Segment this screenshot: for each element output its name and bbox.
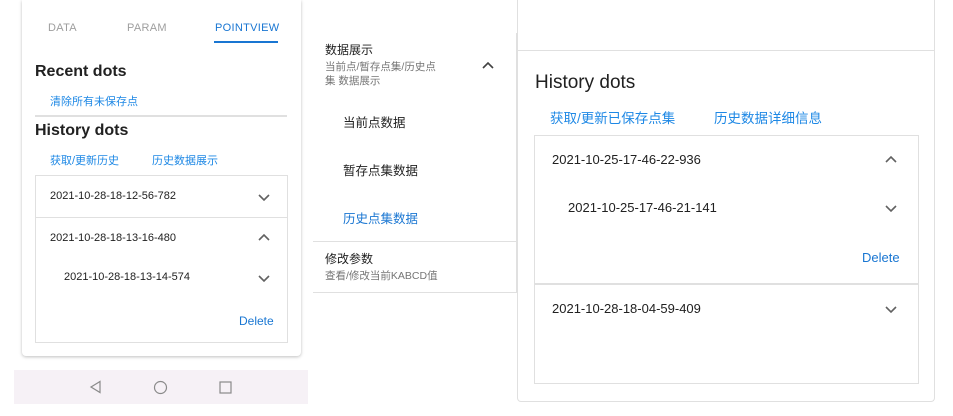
drawer-group-subtitle-2: 集 数据展示	[325, 75, 381, 87]
recents-square-icon[interactable]	[219, 381, 232, 399]
chevron-down-icon[interactable]	[884, 204, 898, 214]
delete-button[interactable]: Delete	[239, 314, 274, 328]
section-divider	[35, 115, 287, 117]
fetch-history-button[interactable]: 获取/更新历史	[50, 152, 119, 168]
history-detail-button[interactable]: 历史数据详细信息	[714, 107, 822, 127]
drawer-group-subtitle: 查看/修改当前KABCD值	[325, 270, 438, 282]
tab-data[interactable]: DATA	[48, 22, 77, 34]
history-list-item[interactable]: 2021-10-28-18-12-56-782	[35, 175, 288, 218]
tab-pointview[interactable]: POINTVIEW	[215, 22, 279, 34]
panel-divider	[517, 50, 935, 51]
history-list-item-expanded[interactable]: 2021-10-28-18-13-16-480 2021-10-28-18-13…	[35, 217, 288, 343]
history-dots-title: History dots	[35, 122, 129, 139]
history-dots-title: History dots	[535, 72, 636, 93]
chevron-up-icon[interactable]	[481, 60, 495, 70]
drawer-item-temp-points[interactable]: 暂存点集数据	[343, 160, 418, 179]
recent-dots-title: Recent dots	[35, 63, 127, 80]
drawer-divider	[313, 241, 517, 242]
chevron-up-icon[interactable]	[884, 154, 898, 164]
chevron-down-icon[interactable]	[257, 274, 271, 284]
android-nav-bar	[14, 370, 308, 404]
history-item-label: 2021-10-28-18-12-56-782	[50, 190, 176, 202]
tab-active-indicator	[214, 41, 278, 43]
history-child-label[interactable]: 2021-10-25-17-46-21-141	[568, 200, 717, 215]
history-child-label[interactable]: 2021-10-28-18-13-14-574	[64, 271, 190, 283]
history-item-label: 2021-10-28-18-04-59-409	[552, 301, 701, 316]
chevron-up-icon[interactable]	[257, 232, 271, 242]
chevron-down-icon[interactable]	[884, 305, 898, 315]
chevron-down-icon[interactable]	[257, 193, 271, 203]
history-list-item[interactable]: 2021-10-28-18-04-59-409	[534, 284, 919, 384]
fetch-saved-button[interactable]: 获取/更新已保存点集	[550, 107, 675, 127]
drawer-item-history-points[interactable]: 历史点集数据	[343, 208, 418, 227]
show-history-button[interactable]: 历史数据展示	[152, 152, 218, 168]
back-triangle-icon[interactable]	[89, 380, 103, 399]
history-item-label: 2021-10-25-17-46-22-936	[552, 152, 701, 167]
home-circle-icon[interactable]	[153, 380, 168, 400]
drawer-group-subtitle: 当前点/暂存点集/历史点	[325, 61, 436, 73]
delete-button[interactable]: Delete	[862, 250, 900, 265]
clear-unsaved-button[interactable]: 清除所有未保存点	[50, 93, 138, 109]
drawer-item-current-point[interactable]: 当前点数据	[343, 112, 406, 131]
drawer-group-title[interactable]: 修改参数	[325, 250, 373, 267]
history-list-item-expanded[interactable]: 2021-10-25-17-46-22-936 2021-10-25-17-46…	[534, 135, 919, 284]
history-item-label: 2021-10-28-18-13-16-480	[50, 232, 176, 244]
tab-param[interactable]: PARAM	[127, 22, 167, 34]
drawer-group-title[interactable]: 数据展示	[325, 41, 373, 58]
